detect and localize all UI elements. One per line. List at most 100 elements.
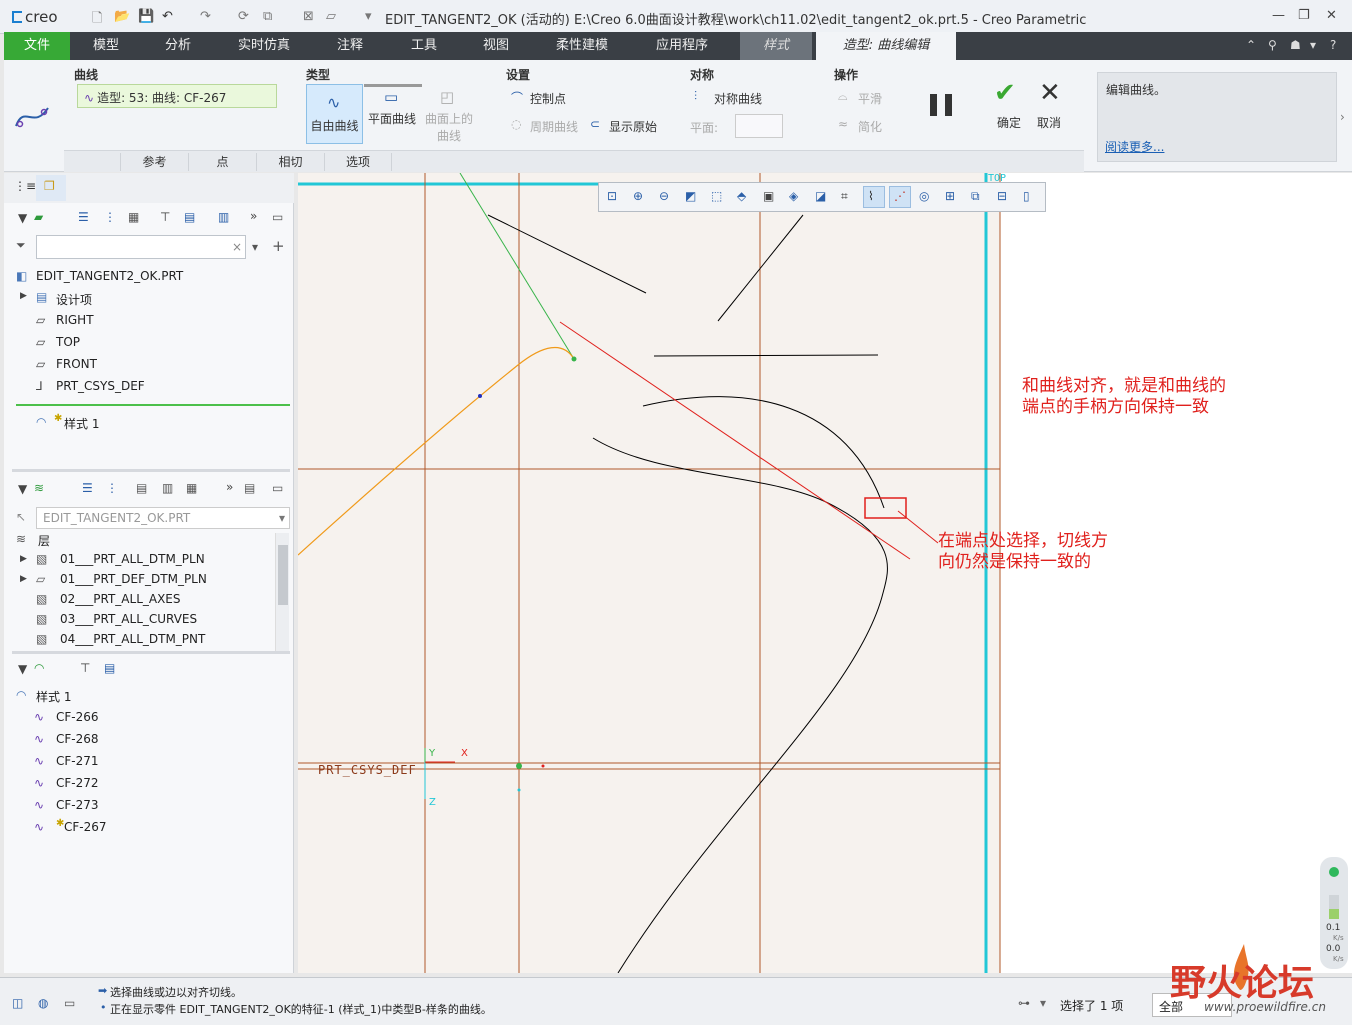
tree-item-csys[interactable]: PRT_CSYS_DEF	[56, 379, 145, 393]
search-icon[interactable]: ⚲	[1268, 38, 1277, 52]
repaint-icon[interactable]: ◩	[685, 189, 696, 203]
perspective-icon[interactable]: ◈	[789, 189, 798, 203]
community-icon[interactable]: ☗	[1290, 38, 1301, 52]
book-icon[interactable]: ▯	[1023, 189, 1030, 203]
grid-icon[interactable]: ⊞	[945, 189, 955, 203]
tree-item-style[interactable]: 样式 1	[64, 415, 99, 432]
style-curve-item[interactable]: CF-273	[56, 798, 99, 812]
read-more-link[interactable]: 阅读更多...	[1105, 138, 1164, 155]
curve-display-toggle[interactable]: ⌇	[863, 186, 885, 208]
layer-item[interactable]: 01___PRT_DEF_DTM_PLN	[60, 572, 207, 586]
minimize-button[interactable]: —	[1272, 8, 1285, 23]
curve-on-surface-button[interactable]: 曲面上的	[425, 110, 473, 127]
collapse-arrow-icon[interactable]: ▼	[18, 482, 27, 496]
model-tree-tab-icon[interactable]: ⋮≡	[14, 179, 36, 193]
style-curve-item[interactable]: CF-271	[56, 754, 99, 768]
cancel-x-icon[interactable]: ✕	[1039, 78, 1061, 108]
show-original-button[interactable]: 显示原始	[609, 118, 657, 135]
note-icon[interactable]: ▭	[272, 210, 283, 224]
customize-arrow-icon[interactable]: ▾	[365, 9, 372, 24]
graphics-viewport[interactable]: TOP ⊡ ⊕ ⊖ ◩ ⬚ ⬘ ▣ ◈ ◪ ⌗ ⌇ ⋰ ◎ ⊞ ⧉ ⊟ ▯ 和曲…	[298, 173, 1352, 973]
expand-arrow-icon[interactable]: ▶	[20, 554, 27, 564]
layer-props-icon[interactable]: ▦	[186, 481, 197, 495]
panel-divider[interactable]	[12, 651, 290, 654]
menu-flexible-modeling[interactable]: 柔性建模	[544, 32, 620, 60]
tree-item-design-items[interactable]: 设计项	[56, 291, 92, 308]
find-binoculars-icon[interactable]: ⊶	[1018, 996, 1030, 1010]
tree-list-icon[interactable]: ☰	[78, 210, 89, 224]
close-button[interactable]: ✕	[1326, 8, 1337, 23]
menu-annotate[interactable]: 注释	[324, 32, 376, 60]
ok-check-icon[interactable]: ✔	[994, 78, 1016, 108]
menu-model[interactable]: 模型	[80, 32, 132, 60]
style-tree-root[interactable]: 样式 1	[36, 688, 71, 705]
active-plane-icon[interactable]: ⧉	[971, 189, 980, 204]
control-point-button[interactable]: 控制点	[530, 90, 566, 107]
style-display-icon[interactable]: ▤	[104, 661, 115, 675]
close-window-icon[interactable]: ⊠	[303, 9, 314, 24]
maximize-button[interactable]: ❐	[1298, 8, 1310, 23]
pause-button[interactable]	[930, 94, 952, 116]
menu-live-simulation[interactable]: 实时仿真	[226, 32, 302, 60]
help-icon[interactable]: ?	[1330, 38, 1336, 52]
expand-arrow-icon[interactable]: ▶	[20, 574, 27, 584]
simplify-button[interactable]: 简化	[858, 118, 882, 135]
zoom-out-icon[interactable]: ⊖	[659, 189, 669, 203]
dropdown-icon[interactable]: ▾	[1310, 38, 1316, 52]
panel-divider[interactable]	[12, 469, 290, 472]
style-curve-item[interactable]: CF-268	[56, 732, 99, 746]
layer-edit-icon[interactable]: ▥	[162, 481, 173, 495]
tree-settings-icon[interactable]: ▦	[128, 210, 139, 224]
more-icon[interactable]: »	[250, 209, 257, 223]
browser-icon[interactable]: ◍	[38, 996, 48, 1010]
zoom-in-icon[interactable]: ⊕	[633, 189, 643, 203]
redo-icon[interactable]: ↷	[200, 9, 211, 24]
collapse-arrow-icon[interactable]: ▼	[18, 662, 27, 676]
multiview-icon[interactable]: ⊟	[997, 189, 1007, 203]
menu-analysis[interactable]: 分析	[152, 32, 204, 60]
plane-curve-button[interactable]: 平面曲线	[368, 110, 416, 127]
menu-curve-edit[interactable]: 造型: 曲线编辑	[816, 32, 956, 60]
symmetric-curve-button[interactable]: 对称曲线	[714, 90, 762, 107]
smooth-button[interactable]: 平滑	[858, 90, 882, 107]
style-curve-item[interactable]: CF-266	[56, 710, 99, 724]
menu-view[interactable]: 视图	[470, 32, 522, 60]
layer-new-icon[interactable]: ▤	[136, 481, 147, 495]
fullscreen-icon[interactable]: ▭	[64, 996, 75, 1010]
show-navigator-icon[interactable]: ◫	[12, 996, 23, 1010]
note-icon[interactable]: ▭	[272, 481, 283, 495]
cancel-button[interactable]: 取消	[1037, 114, 1061, 131]
expand-arrow-icon[interactable]: ▶	[20, 291, 27, 301]
style-filter-icon[interactable]: ⊤	[80, 661, 90, 675]
filter-funnel-icon[interactable]: ⏷	[16, 238, 26, 253]
layer-settings-icon[interactable]: ▤	[244, 481, 255, 495]
add-filter-icon[interactable]: +	[272, 237, 285, 255]
tree-root[interactable]: EDIT_TANGENT2_OK.PRT	[36, 269, 183, 283]
spin-center-icon[interactable]: ◎	[919, 189, 929, 203]
open-file-icon[interactable]: 📂	[114, 9, 130, 24]
new-file-icon[interactable]: 🗋	[92, 9, 102, 31]
tab-options[interactable]: 选项	[324, 153, 392, 171]
scroll-thumb[interactable]	[278, 545, 288, 605]
styling-icon[interactable]: ▱	[326, 9, 336, 24]
style-curve-item[interactable]: CF-272	[56, 776, 99, 790]
more-icon[interactable]: »	[226, 480, 233, 494]
model-graphics[interactable]	[298, 173, 1352, 973]
tab-references[interactable]: 参考	[120, 153, 188, 171]
layer-columns-icon[interactable]: ⋮	[106, 481, 118, 495]
layer-item[interactable]: 02___PRT_ALL_AXES	[60, 592, 181, 606]
collapse-arrow-icon[interactable]: ▼	[18, 211, 27, 225]
section-icon[interactable]: ◪	[815, 189, 826, 203]
collapse-ribbon-icon[interactable]: ⌃	[1246, 38, 1256, 52]
periodic-curve-button[interactable]: 周期曲线	[530, 118, 578, 135]
tree-item-front[interactable]: FRONT	[56, 357, 97, 371]
undo-icon[interactable]: ↶	[162, 9, 173, 24]
menu-file[interactable]: 文件	[4, 32, 70, 60]
chevron-down-icon[interactable]: ▾	[1040, 996, 1046, 1010]
tree-display-icon[interactable]: ▤	[184, 210, 195, 224]
symmetry-plane-input[interactable]	[735, 114, 783, 138]
folder-tab[interactable]: ❐	[36, 175, 66, 201]
tree-columns-icon[interactable]: ⋮	[104, 210, 116, 224]
layer-item[interactable]: 04___PRT_ALL_DTM_PNT	[60, 632, 205, 646]
refit-icon[interactable]: ⊡	[607, 189, 617, 203]
